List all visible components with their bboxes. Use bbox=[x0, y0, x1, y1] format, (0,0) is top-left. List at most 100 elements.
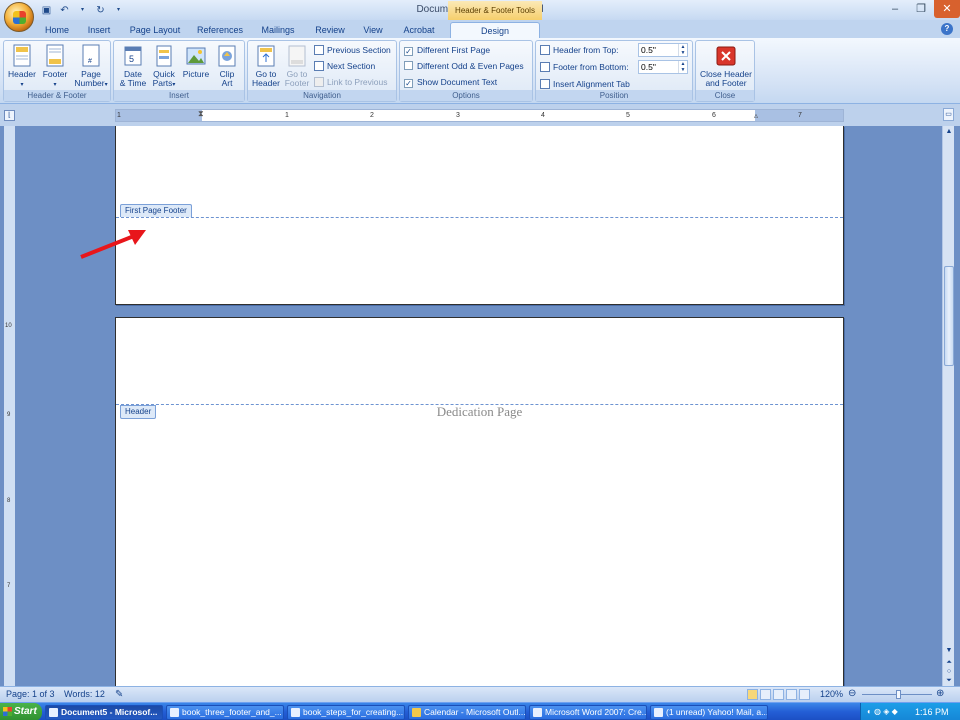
next-section-button[interactable]: Next Section bbox=[314, 59, 375, 73]
clock[interactable]: 1:16 PM bbox=[915, 703, 949, 720]
group-insert: 5 Date & Time Quick Parts▾ Picture Clip Art… bbox=[113, 40, 245, 102]
svg-text:#: # bbox=[88, 58, 92, 65]
zoom-out-icon[interactable]: ⊖ bbox=[848, 688, 856, 699]
zoom-in-icon[interactable]: ⊕ bbox=[936, 688, 944, 699]
header-button[interactable]: Header ▾ bbox=[6, 43, 38, 91]
ruler-number: 1 bbox=[285, 112, 289, 119]
spinner-arrows-icon[interactable]: ▲ ▼ bbox=[678, 61, 687, 73]
footer-from-bottom-spinner[interactable]: 0.5" ▲ ▼ bbox=[638, 60, 688, 74]
tab-page-layout[interactable]: Page Layout bbox=[127, 22, 183, 38]
show-document-text-checkbox[interactable]: ✓ Show Document Text bbox=[404, 75, 497, 89]
checkbox-unchecked-icon bbox=[404, 61, 413, 70]
quick-parts-icon bbox=[156, 45, 172, 67]
taskbar: Start Document5 - Microsof... book_three… bbox=[0, 702, 960, 720]
ruler-number: 6 bbox=[712, 112, 716, 119]
vertical-scrollbar[interactable]: ▲ ▼ ⏶ ○ ⏷ bbox=[942, 126, 954, 686]
print-layout-icon[interactable] bbox=[747, 689, 758, 700]
tab-insert[interactable]: Insert bbox=[84, 22, 114, 38]
ruler-number: 5 bbox=[626, 112, 630, 119]
view-ruler-icon[interactable]: ▭ bbox=[943, 108, 954, 121]
start-button[interactable]: Start bbox=[0, 703, 42, 720]
restore-icon[interactable]: ❐ bbox=[908, 0, 934, 18]
word-window: ▣ ↶ ▾ ↻ ▾ Document5 - Microsoft Word Hea… bbox=[0, 0, 960, 720]
full-screen-reading-icon[interactable] bbox=[760, 689, 771, 700]
close-icon[interactable]: ✕ bbox=[934, 0, 960, 18]
tab-view[interactable]: View bbox=[358, 22, 388, 38]
scroll-up-icon[interactable]: ▲ bbox=[944, 127, 954, 137]
tab-design[interactable]: Design bbox=[450, 22, 540, 38]
tab-references[interactable]: References bbox=[194, 22, 246, 38]
different-odd-even-checkbox[interactable]: Different Odd & Even Pages bbox=[404, 59, 524, 73]
word-count[interactable]: Words: 12 bbox=[64, 689, 105, 699]
spinner-arrows-icon[interactable]: ▲ ▼ bbox=[678, 44, 687, 56]
zoom-level[interactable]: 120% bbox=[820, 689, 843, 699]
page-count[interactable]: Page: 1 of 3 bbox=[6, 689, 55, 699]
go-to-header-button[interactable]: Go to Header bbox=[251, 43, 281, 91]
different-first-page-checkbox[interactable]: ✓ Different First Page bbox=[404, 43, 490, 57]
header-text[interactable]: Dedication Page bbox=[116, 404, 843, 420]
link-icon bbox=[314, 77, 324, 87]
previous-section-button[interactable]: Previous Section bbox=[314, 43, 391, 57]
clip-art-button[interactable]: Clip Art bbox=[212, 43, 242, 91]
scrollbar-thumb[interactable] bbox=[944, 266, 954, 366]
office-button[interactable] bbox=[4, 2, 34, 32]
proofing-icon[interactable]: ✎ bbox=[115, 689, 123, 700]
window-controls: – ❐ ✕ bbox=[882, 0, 960, 20]
outline-icon[interactable] bbox=[786, 689, 797, 700]
go-to-footer-button[interactable]: Go to Footer bbox=[282, 43, 312, 91]
word-icon bbox=[49, 708, 58, 717]
page-number-icon: # bbox=[82, 44, 100, 67]
close-header-footer-button[interactable]: Close Header and Footer bbox=[698, 43, 754, 91]
ruler-left-margin bbox=[116, 110, 202, 121]
help-icon[interactable]: ? bbox=[941, 23, 953, 35]
horizontal-ruler[interactable]: 1 1 2 3 4 5 6 7 ⧗ ▵ bbox=[115, 109, 844, 122]
draft-icon[interactable] bbox=[799, 689, 810, 700]
header-from-top-spinner[interactable]: 0.5" ▲ ▼ bbox=[638, 43, 688, 57]
tab-review[interactable]: Review bbox=[312, 22, 348, 38]
link-to-previous-button[interactable]: Link to Previous bbox=[314, 75, 387, 89]
tab-home[interactable]: Home bbox=[42, 22, 72, 38]
insert-alignment-tab-button[interactable]: Insert Alignment Tab bbox=[540, 77, 630, 91]
group-title-close: Close bbox=[696, 90, 754, 101]
right-indent-marker-icon[interactable]: ▵ bbox=[754, 111, 758, 120]
outlook-icon bbox=[412, 708, 421, 717]
group-title-insert: Insert bbox=[114, 90, 244, 101]
windows-flag-icon bbox=[3, 707, 12, 716]
tab-selector-icon[interactable]: ⌊ bbox=[4, 110, 15, 121]
tab-mailings[interactable]: Mailings bbox=[257, 22, 299, 38]
minimize-icon[interactable]: – bbox=[882, 0, 908, 18]
footer-position-icon bbox=[540, 62, 550, 72]
tray-icons[interactable]: ◐ ◍ ◈ ◆ bbox=[867, 703, 898, 720]
title-bar: ▣ ↶ ▾ ↻ ▾ Document5 - Microsoft Word Hea… bbox=[0, 0, 960, 20]
taskbar-item[interactable]: Document5 - Microsof... bbox=[45, 705, 163, 720]
taskbar-item[interactable]: Calendar - Microsoft Outl... bbox=[408, 705, 526, 720]
browser-icon bbox=[654, 708, 663, 717]
date-time-button[interactable]: 5 Date & Time bbox=[117, 43, 149, 91]
tab-acrobat[interactable]: Acrobat bbox=[398, 22, 440, 38]
vruler-number: 7 bbox=[7, 583, 11, 589]
footer-button[interactable]: Footer ▾ bbox=[38, 43, 72, 91]
ruler-number: 1 bbox=[117, 112, 121, 119]
indent-marker-icon[interactable]: ⧗ bbox=[198, 109, 204, 119]
zoom-slider-thumb[interactable] bbox=[896, 690, 901, 699]
group-title-options: Options bbox=[400, 90, 532, 101]
group-position: Header from Top: 0.5" ▲ ▼ Footer from Bott… bbox=[535, 40, 693, 102]
group-navigation: Go to Header Go to Footer Previous Section… bbox=[247, 40, 397, 102]
ribbon: Header ▾ Footer ▾ # Page Number▾ Header & F… bbox=[0, 38, 960, 104]
next-page-icon[interactable]: ⏷ bbox=[944, 676, 954, 686]
picture-button[interactable]: Picture bbox=[180, 43, 212, 91]
taskbar-item[interactable]: (1 unread) Yahoo! Mail, a... bbox=[650, 705, 768, 720]
taskbar-item[interactable]: book_three_footer_and_... bbox=[166, 705, 284, 720]
taskbar-item[interactable]: book_steps_for_creating... bbox=[287, 705, 405, 720]
page-2[interactable]: Header Dedication Page bbox=[115, 317, 844, 687]
scroll-down-icon[interactable]: ▼ bbox=[944, 646, 954, 656]
page-1[interactable]: First Page Footer bbox=[115, 126, 844, 305]
taskbar-item[interactable]: Microsoft Word 2007: Cre... bbox=[529, 705, 647, 720]
web-layout-icon[interactable] bbox=[773, 689, 784, 700]
vertical-ruler[interactable]: 10 9 8 7 bbox=[4, 126, 15, 686]
browser-icon bbox=[533, 708, 542, 717]
page-number-button[interactable]: # Page Number▾ bbox=[72, 43, 110, 91]
first-page-footer-tag: First Page Footer bbox=[120, 204, 192, 217]
group-close: Close Header and Footer Close bbox=[695, 40, 755, 102]
quick-parts-button[interactable]: Quick Parts▾ bbox=[149, 43, 179, 91]
